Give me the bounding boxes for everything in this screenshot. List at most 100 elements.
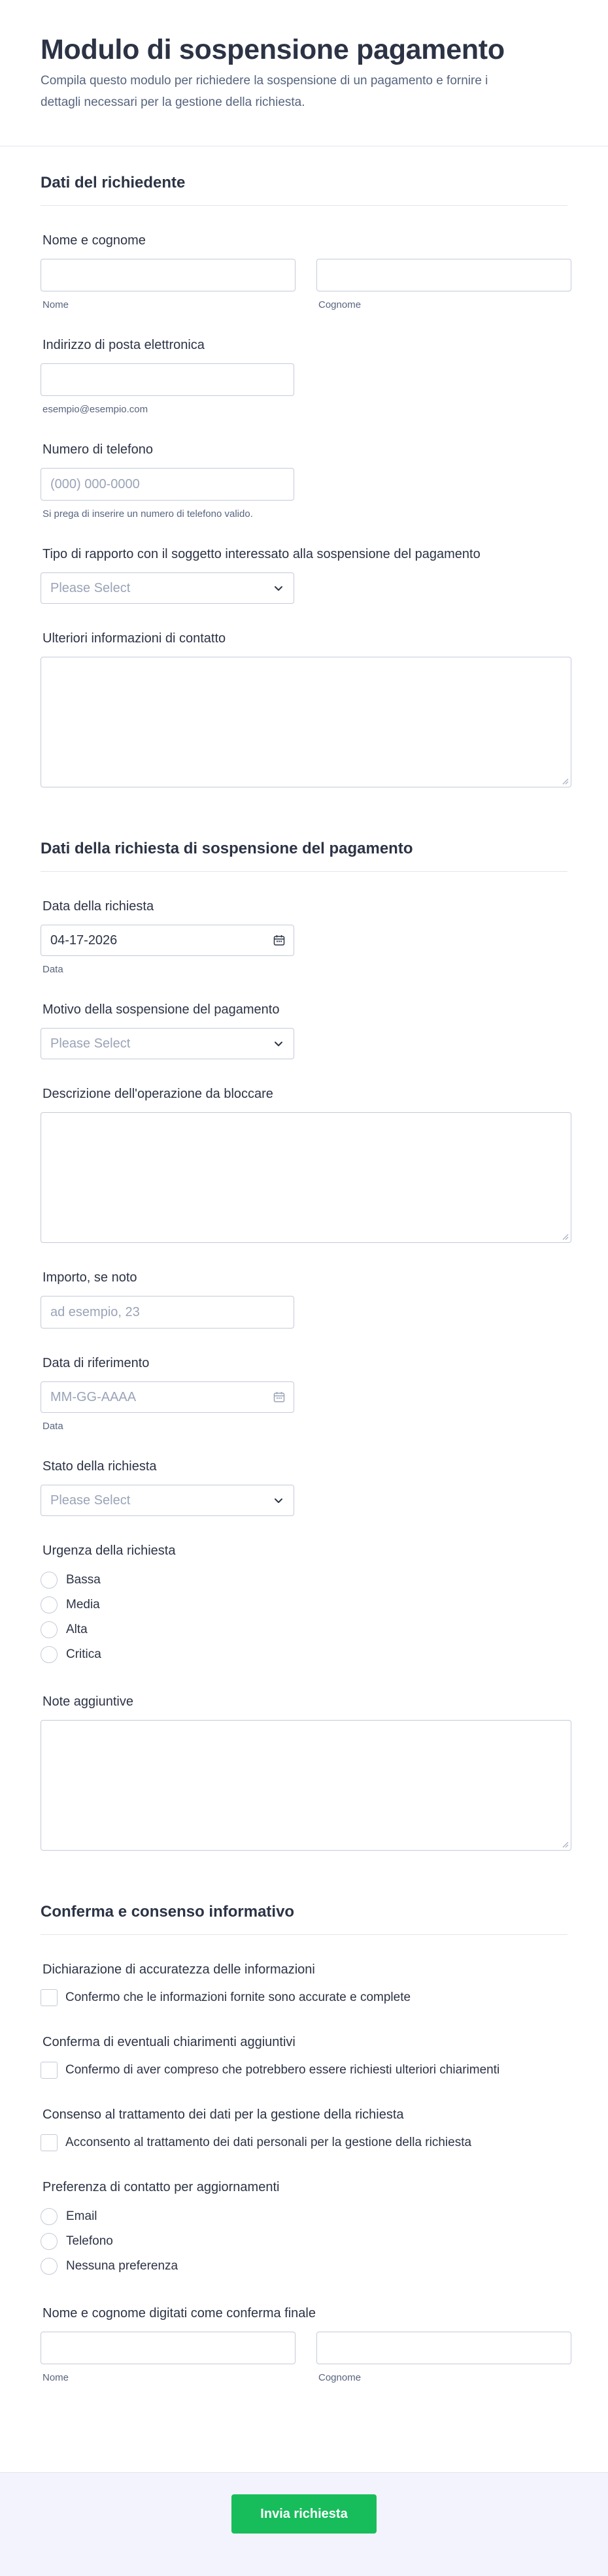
field-extra-contact: Ulteriori informazioni di contatto [41, 631, 571, 788]
final-name-row: Nome Cognome [41, 2332, 571, 2384]
full-name-row: Nome Cognome [41, 259, 571, 310]
email-input[interactable] [41, 363, 294, 397]
checkbox-label: Confermo di aver compreso che potrebbero… [65, 2063, 500, 2077]
relationship-select-value: Please Select [50, 580, 131, 595]
radio-item[interactable]: Nessuna preferenza [41, 2254, 567, 2279]
field-reference-date: Data di riferimento MM-GG-AAAA Data [41, 1356, 567, 1432]
email-sublabel: esempio@esempio.com [42, 404, 148, 416]
checkbox[interactable] [41, 2062, 58, 2079]
radio-item[interactable]: Media [41, 1593, 567, 1617]
contact-pref-label: Preferenza di contatto per aggiornamenti [42, 2180, 280, 2195]
radio-label: Email [66, 2209, 97, 2224]
notes-textarea[interactable] [41, 1720, 571, 1851]
field-status: Stato della richiesta Please Select [41, 1459, 567, 1517]
form-title: Modulo di sospensione pagamento [41, 34, 505, 65]
request-date-label: Data della richiesta [42, 899, 154, 914]
field-reason: Motivo della sospensione del pagamento P… [41, 1002, 567, 1060]
form-page: Modulo di sospensione pagamento Compila … [0, 0, 608, 2576]
field-clarifications: Conferma di eventuali chiarimenti aggiun… [41, 2035, 567, 2080]
last-name-input[interactable] [316, 259, 571, 292]
field-final-name: Nome e cognome digitati come conferma fi… [41, 2306, 571, 2384]
last-name-col: Cognome [316, 259, 571, 310]
reason-label: Motivo della sospensione del pagamento [42, 1002, 280, 1017]
reason-select[interactable]: Please Select [41, 1028, 294, 1060]
radio-item[interactable]: Telefono [41, 2229, 567, 2254]
status-select[interactable]: Please Select [41, 1485, 294, 1517]
phone-sublabel: Si prega di inserire un numero di telefo… [42, 508, 253, 520]
field-description: Descrizione dell'operazione da bloccare [41, 1087, 571, 1244]
radio-button[interactable] [41, 1572, 58, 1589]
amount-label: Importo, se noto [42, 1270, 137, 1285]
radio-button[interactable] [41, 2208, 58, 2226]
amount-input[interactable] [41, 1296, 294, 1329]
section-title-applicant: Dati del richiedente [41, 146, 567, 206]
checkbox[interactable] [41, 2134, 58, 2152]
field-request-date: Data della richiesta 04-17-2026 Data [41, 899, 567, 975]
field-full-name: Nome e cognome Nome Cognome [41, 233, 571, 310]
status-label: Stato della richiesta [42, 1459, 157, 1474]
radio-label: Critica [66, 1647, 101, 1662]
reference-date-sublabel: Data [42, 1421, 63, 1432]
section-request: Dati della richiesta di sospensione del … [0, 812, 608, 1851]
radio-item[interactable]: Critica [41, 1642, 567, 1667]
final-first-name-sublabel: Nome [42, 2372, 69, 2384]
final-last-name-sublabel: Cognome [318, 2372, 362, 2384]
last-name-sublabel: Cognome [318, 299, 362, 311]
field-contact-pref: Preferenza di contatto per aggiornamenti… [41, 2180, 567, 2279]
resize-grip-icon[interactable] [561, 777, 569, 785]
radio-button[interactable] [41, 2258, 58, 2275]
urgency-radio-group: Bassa Media Alta Critica [41, 1568, 567, 1667]
radio-item[interactable]: Email [41, 2204, 567, 2229]
checkbox[interactable] [41, 1989, 58, 2007]
radio-button[interactable] [41, 1596, 58, 1614]
radio-button[interactable] [41, 1646, 58, 1664]
extra-contact-textarea[interactable] [41, 657, 571, 788]
reason-select-value: Please Select [50, 1036, 131, 1051]
field-relationship: Tipo di rapporto con il soggetto interes… [41, 547, 567, 604]
field-notes: Note aggiuntive [41, 1694, 571, 1851]
section-title-request: Dati della richiesta di sospensione del … [41, 812, 567, 872]
form-subtitle: Compila questo modulo per richiedere la … [41, 74, 488, 110]
calendar-icon[interactable] [273, 934, 286, 947]
chevron-down-icon [275, 1042, 282, 1047]
relationship-select[interactable]: Please Select [41, 572, 294, 604]
radio-item[interactable]: Bassa [41, 1568, 567, 1593]
phone-label: Numero di telefono [42, 442, 153, 457]
phone-input[interactable] [41, 468, 294, 501]
description-textarea[interactable] [41, 1112, 571, 1244]
consent-label: Consenso al trattamento dei dati per la … [42, 2107, 404, 2122]
first-name-col: Nome [41, 259, 296, 310]
resize-grip-icon[interactable] [561, 1840, 569, 1848]
section-title-confirm: Conferma e consenso informativo [41, 1875, 567, 1936]
form-header: Modulo di sospensione pagamento Compila … [0, 0, 608, 147]
final-last-name-input[interactable] [316, 2332, 571, 2365]
radio-label: Bassa [66, 1573, 101, 1587]
radio-label: Nessuna preferenza [66, 2259, 178, 2273]
field-amount: Importo, se noto [41, 1270, 567, 1329]
checkbox-item[interactable]: Acconsento al trattamento dei dati perso… [41, 2133, 567, 2153]
notes-label: Note aggiuntive [42, 1694, 133, 1709]
field-accuracy: Dichiarazione di accuratezza delle infor… [41, 1962, 567, 2007]
radio-button[interactable] [41, 1621, 58, 1639]
final-first-name-input[interactable] [41, 2332, 296, 2365]
section-applicant: Dati del richiedente Nome e cognome Nome… [0, 146, 608, 788]
chevron-down-icon [275, 1498, 282, 1504]
radio-label: Media [66, 1598, 100, 1612]
resize-grip-icon[interactable] [561, 1232, 569, 1240]
section-confirm: Conferma e consenso informativo Dichiara… [0, 1875, 608, 2383]
request-date-input[interactable]: 04-17-2026 [41, 925, 294, 957]
final-name-label: Nome e cognome digitati come conferma fi… [42, 2306, 316, 2321]
calendar-icon[interactable] [273, 1391, 286, 1404]
submit-button[interactable]: Invia richiesta [231, 2494, 377, 2534]
reference-date-input[interactable]: MM-GG-AAAA [41, 1381, 294, 1413]
accuracy-label: Dichiarazione di accuratezza delle infor… [42, 1962, 315, 1977]
radio-label: Telefono [66, 2234, 113, 2249]
checkbox-item[interactable]: Confermo di aver compreso che potrebbero… [41, 2060, 567, 2080]
full-name-label: Nome e cognome [42, 233, 146, 248]
first-name-input[interactable] [41, 259, 296, 292]
checkbox-item[interactable]: Confermo che le informazioni fornite son… [41, 1988, 567, 2007]
radio-item[interactable]: Alta [41, 1617, 567, 1642]
radio-button[interactable] [41, 2233, 58, 2251]
description-label: Descrizione dell'operazione da bloccare [42, 1087, 273, 1102]
field-phone: Numero di telefono Si prega di inserire … [41, 442, 567, 520]
